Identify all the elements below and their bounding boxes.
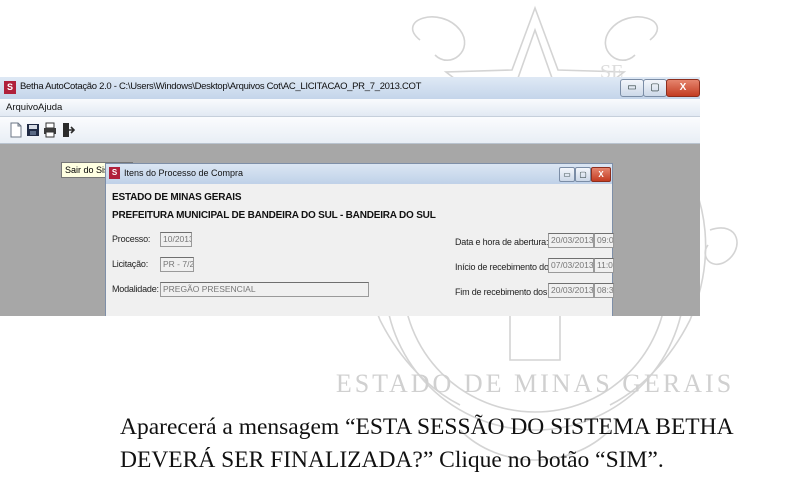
processo-field[interactable]: 10/2013: [160, 232, 192, 247]
modalidade-field[interactable]: PREGÃO PRESENCIAL: [160, 282, 369, 297]
inicio-time-field[interactable]: 11:00: [594, 258, 614, 273]
instruction-line-1: Aparecerá a mensagem “ESTA SESSÃO DO SIS…: [120, 414, 734, 440]
app-icon: S: [4, 81, 16, 94]
app-title: Betha AutoCotação 2.0 - C:\Users\Windows…: [20, 81, 422, 92]
menu-item-ajuda[interactable]: Ajuda: [38, 102, 62, 113]
minimize-button[interactable]: ▭: [620, 79, 644, 97]
dialog-title: Itens do Processo de Compra: [124, 168, 244, 178]
licitacao-label: Licitação:: [112, 259, 149, 269]
maximize-button[interactable]: ▢: [643, 79, 667, 97]
dialog-icon: S: [109, 167, 120, 179]
seal-bottom-text: ESTADO DE MINAS GERAIS: [336, 369, 734, 398]
abertura-date-field[interactable]: 20/03/2013: [548, 233, 594, 248]
new-file-icon[interactable]: [9, 122, 23, 138]
dialog-titlebar[interactable]: S Itens do Processo de Compra ▭ ▢ X: [106, 164, 612, 184]
save-icon[interactable]: [26, 122, 40, 138]
state-heading: ESTADO DE MINAS GERAIS: [112, 192, 242, 203]
fim-date-field[interactable]: 20/03/2013: [548, 283, 594, 298]
menu-bar: Arquivo Ajuda: [0, 99, 700, 117]
dialog-minimize-button[interactable]: ▭: [559, 167, 575, 182]
app-titlebar[interactable]: S Betha AutoCotação 2.0 - C:\Users\Windo…: [0, 77, 700, 99]
inicio-date-field[interactable]: 07/03/2013: [548, 258, 594, 273]
instruction-text: Aparecerá a mensagem “ESTA SESSÃO DO SIS…: [120, 411, 788, 477]
close-button[interactable]: X: [666, 79, 700, 97]
instruction-line-2: DEVERÁ SER FINALIZADA?” Clique no botão …: [120, 447, 664, 473]
fim-time-field[interactable]: 08:30: [594, 283, 614, 298]
abertura-label: Data e hora de abertura:: [455, 237, 549, 247]
app-screenshot: S Betha AutoCotação 2.0 - C:\Users\Windo…: [0, 77, 700, 316]
exit-icon[interactable]: [61, 122, 75, 138]
abertura-time-field[interactable]: 09:00: [594, 233, 614, 248]
modalidade-label: Modalidade:: [112, 284, 159, 294]
licitacao-field[interactable]: PR - 7/2013: [160, 257, 194, 272]
dialog-maximize-button[interactable]: ▢: [575, 167, 591, 182]
city-heading: PREFEITURA MUNICIPAL DE BANDEIRA DO SUL …: [112, 210, 436, 221]
processo-label: Processo:: [112, 234, 151, 244]
dialog-close-button[interactable]: X: [591, 167, 611, 182]
print-icon[interactable]: [43, 122, 57, 138]
purchase-items-dialog: S Itens do Processo de Compra ▭ ▢ X ESTA…: [105, 163, 614, 316]
toolbar: [0, 117, 700, 144]
menu-item-arquivo[interactable]: Arquivo: [6, 102, 38, 113]
